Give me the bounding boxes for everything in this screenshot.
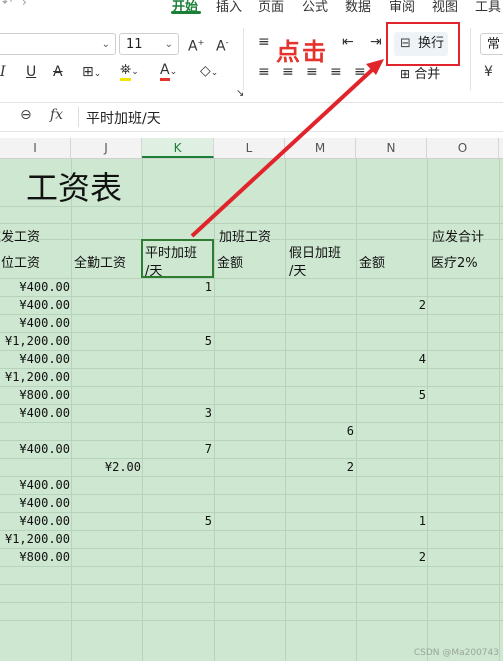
- borders-icon[interactable]: ⊞⌄: [82, 64, 101, 82]
- cell-i[interactable]: ¥1,200.00: [5, 334, 70, 348]
- cell-i[interactable]: ¥400.00: [19, 352, 70, 366]
- cell-m[interactable]: 2: [347, 460, 354, 474]
- cell-i[interactable]: ¥400.00: [19, 496, 70, 510]
- active-tab-indicator: [171, 11, 201, 14]
- font-color-icon[interactable]: A⌄: [160, 62, 177, 81]
- cell-n[interactable]: 5: [419, 388, 426, 402]
- cell-j[interactable]: ¥2.00: [105, 460, 141, 474]
- cell-i[interactable]: ¥400.00: [19, 316, 70, 330]
- tab-page[interactable]: 页面: [258, 0, 284, 15]
- column-header-row: I J K L M N O: [0, 138, 503, 159]
- header-holiday-overtime-line1[interactable]: 假日加班: [289, 242, 341, 261]
- cell-n[interactable]: 4: [419, 352, 426, 366]
- header-amount-2[interactable]: 金额: [359, 252, 385, 271]
- currency-icon[interactable]: ¥: [484, 64, 493, 80]
- tab-formula[interactable]: 公式: [302, 0, 328, 15]
- header-position-salary[interactable]: 岗位工资: [0, 252, 40, 271]
- annotation-highlight-box: [386, 22, 460, 66]
- cell-k[interactable]: 3: [205, 406, 212, 420]
- column-header-o[interactable]: O: [427, 138, 499, 158]
- header-weekday-overtime-line2: /天: [145, 264, 163, 279]
- ribbon-divider: [243, 28, 244, 90]
- underline-icon[interactable]: U: [26, 64, 36, 80]
- tab-view[interactable]: 视图: [432, 0, 458, 15]
- annotation-callout: 点击: [276, 38, 328, 66]
- column-header-i[interactable]: I: [0, 138, 71, 158]
- sheet-grid[interactable]: I J K L M N O 工资表 应发工资 加班工资 应发合计 岗位工资 全勤…: [0, 138, 503, 661]
- cell-k[interactable]: 5: [205, 514, 212, 528]
- column-header-j[interactable]: J: [71, 138, 142, 158]
- ribbon: ↶ › 开始 插入 页面 公式 数据 审阅 视图 工具 ⌄ 11 ⌄ A+ A-…: [0, 0, 503, 100]
- cell-n[interactable]: 2: [419, 550, 426, 564]
- tab-review[interactable]: 审阅: [389, 0, 415, 15]
- font-size-value: 11: [126, 37, 143, 52]
- cell-i[interactable]: ¥1,200.00: [5, 370, 70, 384]
- undo-icon[interactable]: ↶: [2, 0, 12, 9]
- font-dialog-launcher-icon[interactable]: ↘: [236, 86, 244, 102]
- formula-bar: ⊖ fx 平时加班/天: [0, 102, 503, 132]
- number-format-select[interactable]: 常: [480, 33, 503, 55]
- redo-icon[interactable]: ›: [22, 0, 27, 9]
- sheet-title: 工资表: [26, 169, 123, 207]
- tab-insert[interactable]: 插入: [216, 0, 242, 15]
- function-icon[interactable]: fx: [50, 107, 63, 123]
- header-medical[interactable]: 医疗2%: [431, 252, 478, 271]
- cell-i[interactable]: ¥400.00: [19, 406, 70, 420]
- cell-i[interactable]: ¥400.00: [19, 514, 70, 528]
- column-header-m[interactable]: M: [285, 138, 356, 158]
- cell-i[interactable]: ¥400.00: [19, 478, 70, 492]
- cell-i[interactable]: ¥800.00: [19, 550, 70, 564]
- font-size-select[interactable]: 11 ⌄: [119, 33, 179, 55]
- formula-bar-divider: [78, 107, 79, 127]
- chevron-down-icon: ⌄: [164, 39, 173, 50]
- column-header-n[interactable]: N: [356, 138, 427, 158]
- italic-icon[interactable]: I: [0, 64, 6, 80]
- header-attendance-salary[interactable]: 全勤工资: [74, 252, 126, 271]
- cell-i[interactable]: ¥1,200.00: [5, 532, 70, 546]
- grow-font-icon[interactable]: A+: [188, 35, 204, 55]
- align-left-icon[interactable]: ≡: [258, 64, 270, 80]
- strikethrough-icon[interactable]: A: [53, 64, 63, 80]
- header-gross-salary[interactable]: 应发工资: [0, 226, 40, 245]
- tab-tools[interactable]: 工具: [475, 0, 501, 15]
- ribbon-tabs: ↶ › 开始 插入 页面 公式 数据 审阅 视图 工具: [0, 0, 503, 15]
- fill-color-icon[interactable]: ⛯⌄: [120, 62, 139, 81]
- tab-data[interactable]: 数据: [345, 0, 371, 15]
- cell-n[interactable]: 1: [419, 514, 426, 528]
- indent-increase-icon[interactable]: ⇥: [370, 34, 382, 50]
- column-header-l[interactable]: L: [214, 138, 285, 158]
- indent-decrease-icon[interactable]: ⇤: [342, 34, 354, 50]
- zoom-icon[interactable]: ⊖: [20, 107, 32, 123]
- column-header-k[interactable]: K: [142, 138, 214, 158]
- chevron-down-icon: ⌄: [101, 39, 110, 50]
- header-amount-1[interactable]: 金额: [217, 252, 243, 271]
- cell-m[interactable]: 6: [347, 424, 354, 438]
- watermark: CSDN @Ma200743: [413, 648, 499, 658]
- formula-input[interactable]: 平时加班/天: [86, 108, 161, 128]
- cell-n[interactable]: 2: [419, 298, 426, 312]
- align-top-icon[interactable]: ≡: [258, 34, 270, 50]
- header-gross-total[interactable]: 应发合计: [432, 226, 484, 245]
- cell-k[interactable]: 1: [205, 280, 212, 294]
- cell-i[interactable]: ¥400.00: [19, 442, 70, 456]
- shrink-font-icon[interactable]: A-: [216, 35, 228, 55]
- font-name-select[interactable]: ⌄: [0, 33, 116, 55]
- justify-icon[interactable]: ≡: [330, 64, 342, 80]
- header-overtime-pay[interactable]: 加班工资: [219, 226, 271, 245]
- clear-format-icon[interactable]: ◇⌄: [200, 63, 218, 81]
- header-holiday-overtime-line2: /天: [289, 264, 307, 279]
- cell-k[interactable]: 5: [205, 334, 212, 348]
- cell-i[interactable]: ¥400.00: [19, 280, 70, 294]
- merge-cells-icon: ⊞: [400, 67, 411, 81]
- ribbon-divider: [470, 28, 471, 90]
- distribute-icon[interactable]: ≡: [354, 64, 366, 80]
- cell-i[interactable]: ¥800.00: [19, 388, 70, 402]
- header-weekday-overtime-line1: 平时加班: [145, 246, 198, 261]
- cell-i[interactable]: ¥400.00: [19, 298, 70, 312]
- cell-k[interactable]: 7: [205, 442, 212, 456]
